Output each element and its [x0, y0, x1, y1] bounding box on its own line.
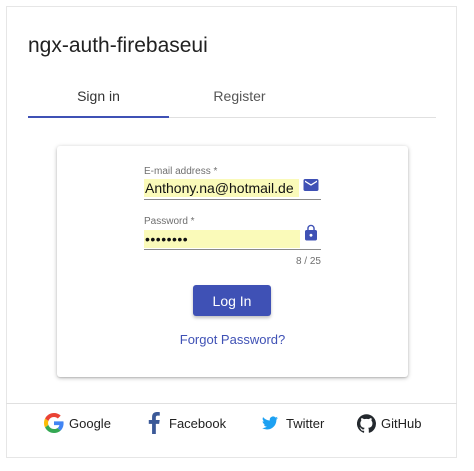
- twitter-sign-in-button[interactable]: Twitter: [262, 410, 324, 436]
- lock-icon: [305, 224, 317, 241]
- email-underline: [144, 199, 321, 200]
- google-label: Google: [69, 415, 111, 431]
- mail-icon: [303, 179, 319, 191]
- facebook-sign-in-button[interactable]: Facebook: [147, 410, 226, 436]
- github-sign-in-button[interactable]: GitHub: [357, 410, 421, 436]
- email-field[interactable]: [144, 179, 299, 197]
- facebook-label: Facebook: [169, 415, 227, 431]
- google-icon: [44, 413, 64, 433]
- github-icon: [357, 413, 376, 433]
- log-in-button[interactable]: Log In: [193, 285, 271, 316]
- password-label: Password *: [144, 216, 195, 227]
- google-sign-in-button[interactable]: Google: [44, 410, 111, 436]
- facebook-icon: [148, 412, 160, 434]
- github-label: GitHub: [381, 415, 422, 431]
- tab-register[interactable]: Register: [169, 83, 310, 117]
- password-field[interactable]: [144, 230, 300, 248]
- active-tab-indicator: [28, 116, 169, 118]
- providers-divider: [6, 403, 457, 404]
- password-underline: [144, 249, 321, 250]
- app-title: ngx-auth-firebaseui: [28, 34, 208, 57]
- password-char-counter: 8 / 25: [295, 256, 321, 267]
- email-label: E-mail address *: [144, 166, 218, 177]
- sign-in-form-card: E-mail address * Password * 8 / 25 Log I…: [57, 146, 408, 377]
- auth-tabs: Sign in Register: [28, 83, 436, 118]
- twitter-label: Twitter: [286, 415, 325, 431]
- twitter-icon: [262, 416, 278, 430]
- forgot-password-link[interactable]: Forgot Password?: [57, 332, 408, 347]
- tab-sign-in[interactable]: Sign in: [28, 83, 169, 117]
